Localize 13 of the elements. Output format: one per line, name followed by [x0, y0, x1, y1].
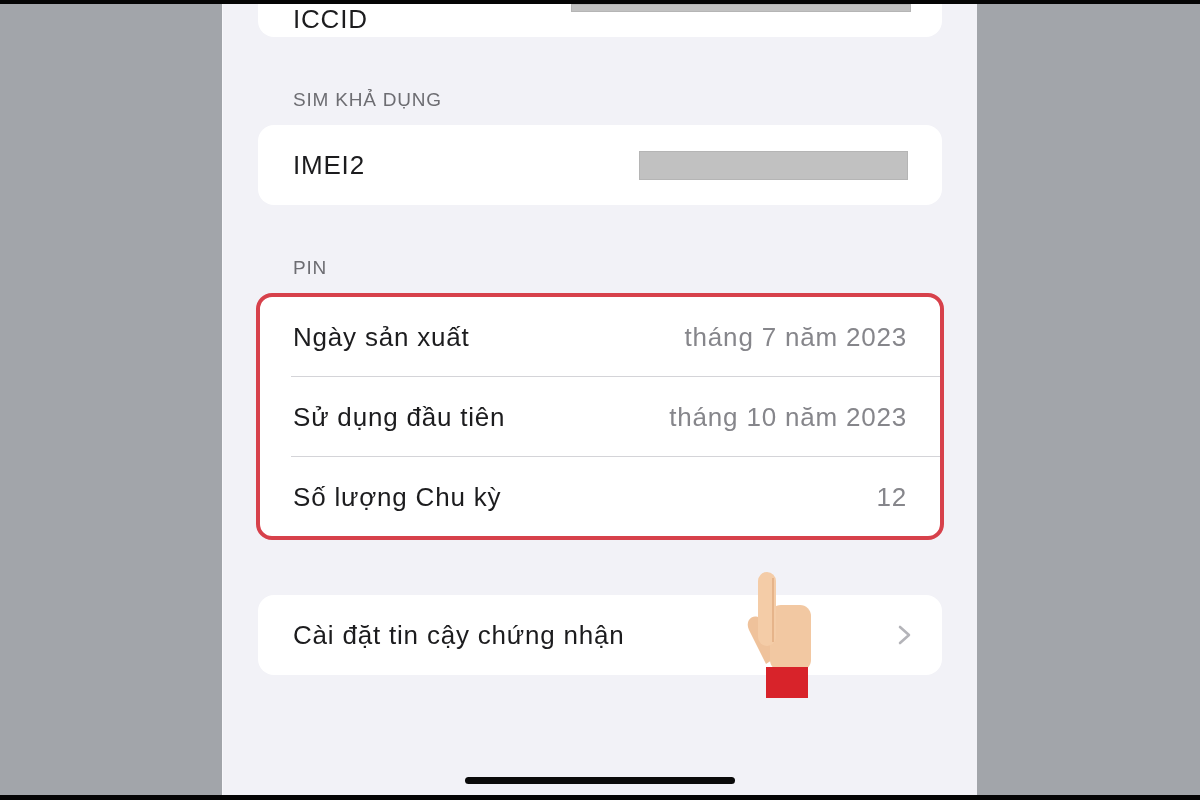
row-value: tháng 7 năm 2023 — [684, 321, 907, 352]
row-label: ICCID — [293, 4, 368, 34]
settings-link[interactable]: Cài đặt tin cậy chứng nhận — [258, 595, 942, 675]
row-label: Ngày sản xuất — [293, 321, 470, 352]
row-value: 12 — [876, 481, 907, 512]
row-label: Sử dụng đầu tiên — [293, 401, 506, 432]
section-header: PIN — [293, 257, 328, 278]
chevron-right-icon — [898, 625, 911, 645]
row-label: Số lượng Chu kỳ — [293, 481, 502, 512]
pointing-hand-icon — [746, 572, 811, 698]
row-value: tháng 10 năm 2023 — [669, 401, 907, 432]
section-header: SIM KHẢ DỤNG — [293, 89, 442, 110]
row-label: IMEI2 — [293, 150, 365, 180]
